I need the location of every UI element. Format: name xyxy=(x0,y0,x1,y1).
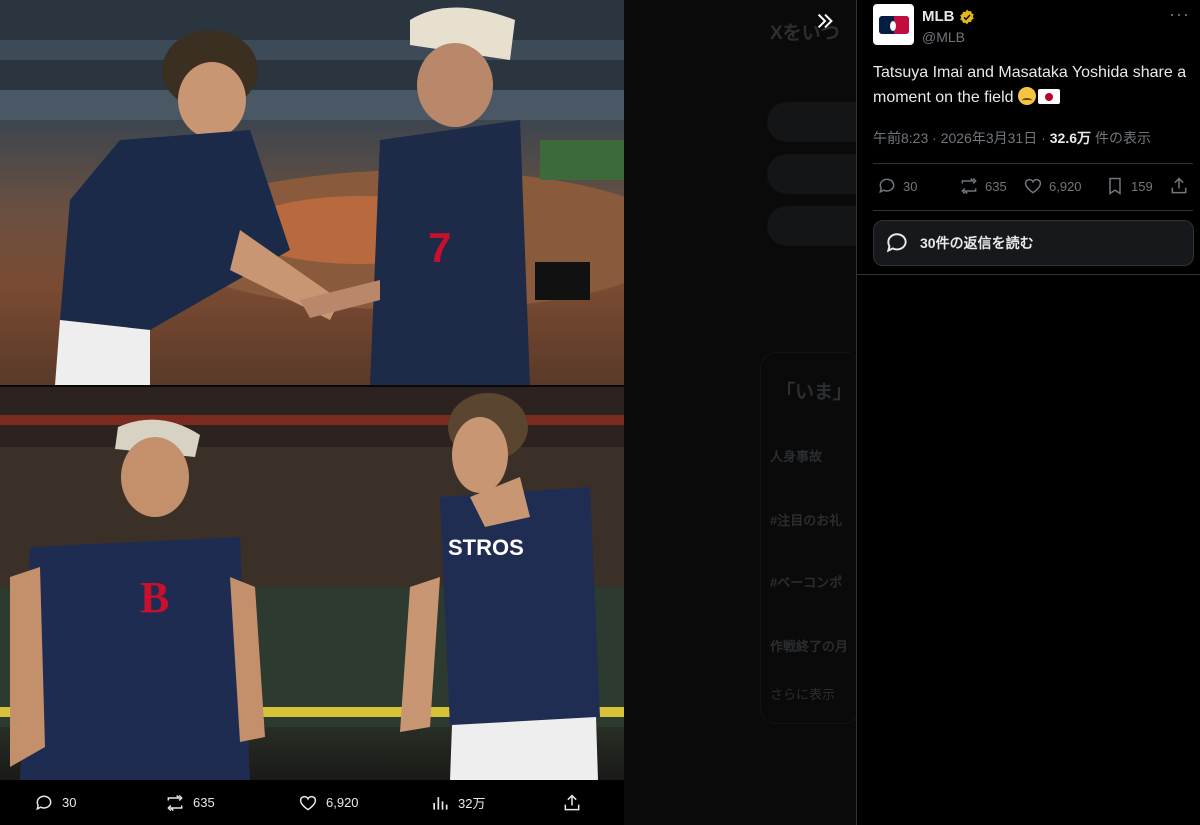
bookmark-icon xyxy=(1109,177,1121,195)
backdrop-trends-heading: 「いま」 xyxy=(776,382,853,403)
reply-button[interactable]: 30 xyxy=(877,176,917,196)
viewer-views-button[interactable]: 32万 xyxy=(430,780,485,825)
photo-conversation-art: B STROS xyxy=(0,387,624,780)
bookmark-count: 159 xyxy=(1131,178,1153,194)
views-icon xyxy=(433,796,448,810)
more-options-icon[interactable]: ··· xyxy=(1169,4,1190,25)
like-count: 6,920 xyxy=(1049,178,1082,194)
expand-icon[interactable] xyxy=(812,8,838,34)
svg-text:STROS: STROS xyxy=(448,535,524,560)
divider xyxy=(857,274,1200,275)
backdrop-pill xyxy=(767,102,856,142)
like-icon xyxy=(299,795,317,811)
share-icon xyxy=(564,793,580,810)
backdrop-pill xyxy=(767,206,856,246)
reply-icon xyxy=(879,178,895,194)
reply-icon xyxy=(36,795,52,810)
read-replies-button[interactable]: 30件の返信を読む xyxy=(873,220,1194,266)
backdrop-trend: 作戦終了の月 xyxy=(770,639,849,654)
backdrop-trend: #ベーコンポ xyxy=(770,575,843,590)
repost-icon xyxy=(167,794,183,811)
read-replies-label: 30件の返信を読む xyxy=(920,235,1034,251)
reply-bubble-icon xyxy=(886,233,907,253)
photo-handshake[interactable]: 7 xyxy=(0,0,624,385)
photo-conversation[interactable]: B STROS xyxy=(0,387,624,780)
pleading-face-emoji xyxy=(1017,87,1036,105)
backdrop-trend: #注目のお礼 xyxy=(770,513,843,528)
author-handle[interactable]: @MLB xyxy=(922,29,975,45)
backdrop-show-more: さらに表示 xyxy=(770,687,836,702)
viewer-reply-count: 30 xyxy=(62,795,77,810)
mlb-logo-icon xyxy=(878,15,909,34)
tweet-view-count: 32.6万 xyxy=(1049,130,1091,146)
avatar[interactable] xyxy=(873,4,914,45)
share-icon xyxy=(1171,177,1187,194)
backdrop-trends-box xyxy=(760,352,856,724)
photo-handshake-art: 7 xyxy=(0,0,624,385)
tweet-panel: MLB @MLB ··· Tatsuya Imai and Masataka Y… xyxy=(856,0,1200,825)
japan-flag-emoji xyxy=(1037,89,1060,104)
viewer-views-count: 32万 xyxy=(458,796,486,811)
tweet-meta: 午前8:23 · 2026年3月31日 · 32.6万 件の表示 xyxy=(873,128,1151,148)
reply-count: 30 xyxy=(903,178,918,194)
viewer-repost-count: 635 xyxy=(193,795,215,810)
backdrop-pill xyxy=(767,154,856,194)
viewer-like-count: 6,920 xyxy=(326,795,359,810)
share-button[interactable] xyxy=(1169,176,1189,196)
viewer-reply-button[interactable]: 30 xyxy=(34,780,76,825)
viewer-action-bar: 30 635 6,920 32万 xyxy=(0,780,624,825)
like-button[interactable]: 6,920 xyxy=(1023,176,1082,196)
bookmark-button[interactable]: 159 xyxy=(1105,176,1153,196)
tweet-timestamp[interactable]: 午前8:23 · 2026年3月31日 · xyxy=(873,128,1046,148)
backdrop-trend: 人身事故 xyxy=(770,449,823,464)
repost-icon xyxy=(961,177,977,195)
divider xyxy=(873,210,1193,211)
author-name[interactable]: MLB xyxy=(922,8,955,25)
repost-count: 635 xyxy=(985,178,1007,194)
divider xyxy=(873,163,1193,164)
tweet-view-label: 件の表示 xyxy=(1095,130,1151,146)
viewer-like-button[interactable]: 6,920 xyxy=(298,780,359,825)
verified-badge-icon xyxy=(959,9,974,24)
viewer-repost-button[interactable]: 635 xyxy=(165,780,215,825)
tweet-action-bar: 30 635 6,920 159 xyxy=(873,176,1193,200)
viewer-share-button[interactable] xyxy=(562,780,582,825)
repost-button[interactable]: 635 xyxy=(959,176,1007,196)
svg-text:B: B xyxy=(140,573,169,622)
svg-text:7: 7 xyxy=(428,224,451,271)
media-viewer: Xをいつ 「いま」 人身事故 #注目のお礼 #ベーコンポ 作戦終了の月 さらに表… xyxy=(0,0,856,825)
tweet-author[interactable]: MLB @MLB xyxy=(873,4,975,45)
tweet-text: Tatsuya Imai and Masataka Yoshida share … xyxy=(873,60,1193,110)
like-icon xyxy=(1024,178,1042,194)
